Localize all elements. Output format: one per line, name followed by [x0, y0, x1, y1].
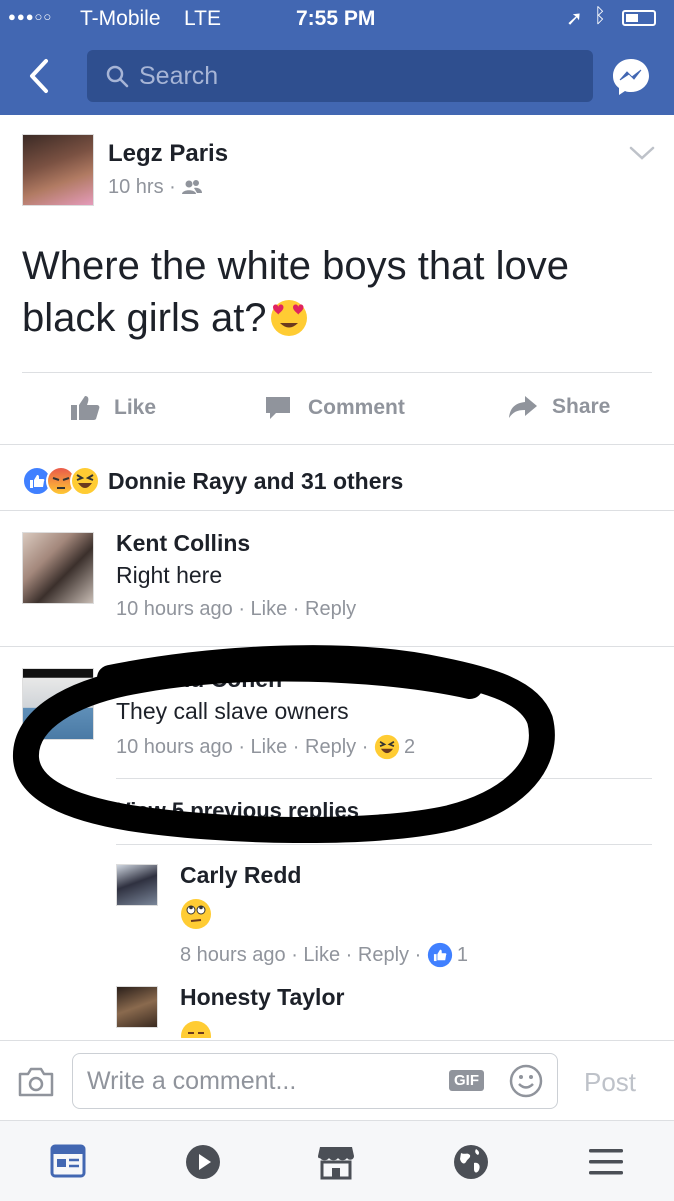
reply-meta: 8 hours ago · Like · Reply · 1	[180, 942, 468, 968]
menu-tab-icon[interactable]	[588, 1147, 624, 1177]
section-separator	[0, 444, 674, 445]
reactions-summary[interactable]: Donnie Rayy and 31 others	[22, 466, 403, 496]
haha-reaction-icon	[70, 466, 100, 496]
like-reaction-icon	[427, 942, 452, 968]
heart-eyes-emoji-icon	[270, 300, 307, 336]
post-time[interactable]: 10 hrs	[108, 176, 164, 198]
gif-button[interactable]: GIF	[449, 1070, 484, 1091]
reply-emoji-partial	[180, 1020, 212, 1038]
friends-audience-icon	[182, 180, 203, 194]
eye-roll-emoji-icon	[181, 899, 211, 929]
location-arrow-icon: ➚	[566, 8, 583, 30]
bottom-tab-bar	[0, 1120, 674, 1201]
thumbs-up-icon	[71, 396, 100, 420]
battery-icon	[622, 10, 656, 26]
network-label: LTE	[184, 7, 221, 30]
reply-like-link[interactable]: Like	[303, 944, 340, 967]
replier-avatar[interactable]	[116, 986, 158, 1028]
comment-composer: Write a comment... GIF Post	[0, 1040, 674, 1121]
globe-notifications-tab-icon[interactable]	[452, 1143, 490, 1181]
like-button[interactable]: Like	[70, 394, 156, 422]
comment-time: 10 hours ago	[116, 598, 233, 620]
reply-reply-link[interactable]: Reply	[358, 944, 409, 967]
reply-time: 8 hours ago	[180, 943, 286, 966]
clock: 7:55 PM	[296, 7, 376, 30]
emoji-picker-icon[interactable]	[509, 1064, 543, 1098]
comment-input[interactable]: Write a comment... GIF	[72, 1053, 558, 1109]
post-author-name[interactable]: Legz Paris	[108, 140, 228, 168]
share-button[interactable]: Share	[508, 394, 610, 420]
comment-text: Right here	[116, 562, 223, 588]
search-placeholder: Search	[139, 62, 219, 90]
post-divider	[22, 372, 652, 373]
author-avatar[interactable]	[22, 134, 94, 206]
post-comment-button[interactable]: Post	[584, 1067, 636, 1098]
messenger-icon[interactable]	[610, 56, 652, 98]
status-bar: ●●●○○ T-Mobile LTE 7:55 PM ➚ ᛒ	[0, 0, 674, 38]
commenter-name[interactable]: Kent Collins	[116, 530, 250, 557]
reactions-summary-text: Donnie Rayy and 31 others	[108, 467, 404, 494]
camera-icon[interactable]	[18, 1067, 54, 1097]
comment-label: Comment	[308, 396, 405, 419]
marketplace-tab-icon[interactable]	[316, 1143, 356, 1181]
carrier-label: T-Mobile	[80, 7, 161, 30]
hand-drawn-circle-annotation	[13, 645, 555, 844]
commenter-avatar[interactable]	[22, 532, 94, 604]
post-text-line2: black girls at?	[22, 296, 267, 340]
post-text-line1: Where the white boys that love	[22, 244, 569, 288]
nav-bar: Search	[0, 38, 674, 115]
comment-reply-link[interactable]: Reply	[305, 598, 356, 620]
comment-input-placeholder: Write a comment...	[87, 1067, 297, 1095]
post-options-chevron-icon[interactable]	[628, 144, 656, 162]
section-separator	[0, 510, 674, 511]
video-tab-icon[interactable]	[184, 1143, 222, 1181]
post-text: Where the white boys that love black gir…	[22, 240, 662, 344]
share-label: Share	[552, 395, 611, 418]
post-meta: 10 hrs ·	[108, 176, 203, 199]
comment-like-link[interactable]: Like	[251, 598, 288, 620]
search-input[interactable]: Search	[87, 50, 593, 102]
bluetooth-icon: ᛒ	[594, 5, 606, 27]
news-feed-tab-icon[interactable]	[50, 1143, 86, 1179]
signal-dots-icon: ●●●○○	[8, 9, 53, 24]
comment-meta: 10 hours ago · Like · Reply	[116, 598, 357, 620]
back-chevron-icon[interactable]	[26, 58, 52, 94]
like-label: Like	[114, 396, 157, 419]
share-arrow-icon	[509, 396, 537, 418]
comment-button[interactable]: Comment	[264, 394, 405, 422]
comment-bubble-icon	[266, 397, 290, 419]
replier-name[interactable]: Honesty Taylor	[180, 984, 344, 1011]
replier-avatar[interactable]	[116, 864, 158, 906]
meta-dot: ·	[169, 176, 182, 198]
reply-reaction-count: 1	[456, 943, 468, 966]
search-icon	[106, 65, 129, 88]
replier-name[interactable]: Carly Redd	[180, 862, 301, 889]
expressionless-emoji-icon	[181, 1021, 211, 1038]
